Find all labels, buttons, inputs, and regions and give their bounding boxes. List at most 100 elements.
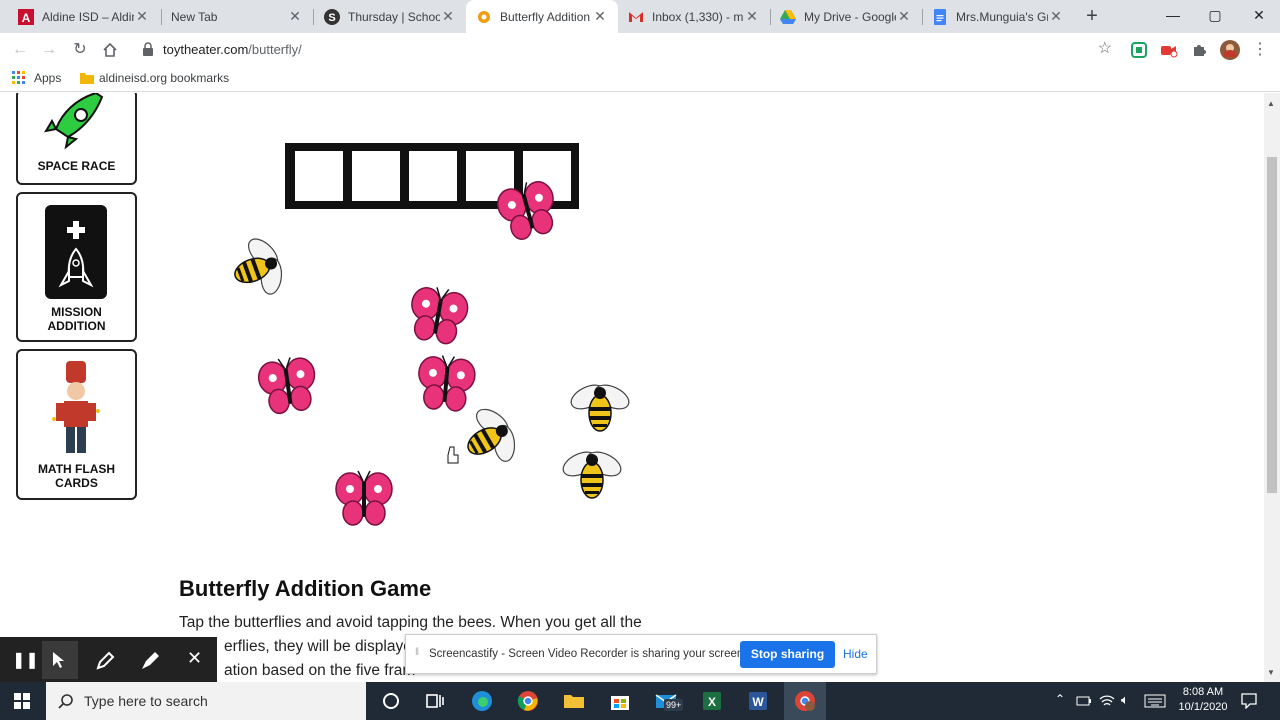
pointer-icon[interactable] (52, 651, 66, 669)
tab-new-tab[interactable]: New Tab ✕ (161, 0, 313, 33)
url-path: /butterfly/ (248, 42, 302, 57)
extensions-puzzle-icon[interactable] (1187, 38, 1211, 62)
new-tab-button[interactable]: + (1081, 4, 1103, 28)
schoology-icon: S (324, 8, 340, 25)
drag-handle-icon[interactable]: ‖ (415, 647, 419, 658)
tab-title: New Tab (171, 9, 218, 24)
notifications-icon[interactable] (1241, 693, 1257, 709)
tab-title: My Drive - Google (804, 9, 896, 24)
menu-kebab-icon[interactable]: ⋮ (1248, 38, 1272, 62)
back-icon[interactable]: ← (8, 38, 32, 62)
card-mission-addition[interactable]: MISSION ADDITION (16, 192, 137, 342)
address-bar[interactable]: toytheater.com/butterfly/ ☆ (130, 37, 1122, 62)
home-icon[interactable] (98, 38, 122, 62)
close-tab-icon[interactable]: ✕ (1048, 8, 1064, 25)
store-icon[interactable] (608, 689, 632, 713)
butterfly[interactable] (335, 470, 393, 526)
bee[interactable] (451, 395, 530, 479)
file-explorer-icon[interactable] (562, 689, 586, 713)
tab-aldine[interactable]: A Aldine ISD – Aldine ✕ (8, 0, 160, 33)
tab-title: Butterfly Addition (500, 9, 591, 24)
sharing-message: Screencastify - Screen Video Recorder is… (429, 648, 747, 660)
scrollbar-thumb[interactable] (1267, 157, 1277, 493)
tab-schoology[interactable]: S Thursday | Schoology ✕ (314, 0, 466, 33)
tab-butterfly-addition[interactable]: Butterfly Addition ✕ (466, 0, 618, 33)
chrome-profile-icon (795, 691, 815, 711)
keyboard-icon[interactable] (1144, 694, 1166, 708)
minimize-button[interactable]: — (1150, 0, 1196, 30)
word-icon[interactable]: W (746, 689, 770, 713)
bookmark-apps[interactable]: Apps (12, 71, 61, 85)
clock[interactable]: 8:08 AM 10/1/2020 (1172, 685, 1234, 715)
excel-icon[interactable]: X (700, 689, 724, 713)
maximize-button[interactable]: ▢ (1192, 0, 1238, 30)
bookmark-star-icon[interactable]: ☆ (1098, 38, 1112, 58)
volume-icon[interactable]: 🔈︎ (1121, 692, 1129, 708)
card-label: MATH FLASH CARDS (37, 462, 116, 490)
close-tab-icon[interactable]: ✕ (134, 8, 150, 25)
card-math-flash-cards[interactable]: MATH FLASH CARDS (16, 349, 137, 500)
close-tab-icon[interactable]: ✕ (896, 8, 912, 25)
pause-icon[interactable]: ❚❚ (12, 650, 39, 670)
card-label: MISSION ADDITION (47, 305, 106, 333)
game-canvas[interactable] (200, 133, 660, 533)
windows-start-icon[interactable] (14, 693, 30, 709)
lock-icon (143, 42, 153, 56)
cortana-icon[interactable] (379, 689, 403, 713)
tab-google-drive[interactable]: My Drive - Google ✕ (770, 0, 922, 33)
five-frame-cell (295, 151, 343, 201)
svg-text:W: W (752, 695, 764, 709)
url-domain: toytheater.com (163, 42, 249, 57)
bookmarks-bar: Apps aldineisd.org bookmarks (0, 66, 1280, 92)
close-tab-icon[interactable]: ✕ (440, 8, 456, 25)
show-hidden-icons[interactable]: ⌃ (1055, 692, 1065, 706)
close-tab-icon[interactable]: ✕ (287, 8, 303, 25)
tab-gmail[interactable]: Inbox (1,330) - ma ✕ (618, 0, 770, 33)
close-tab-icon[interactable]: ✕ (592, 8, 608, 25)
forward-icon[interactable]: → (37, 38, 61, 62)
clock-time: 8:08 AM (1182, 686, 1224, 698)
bookmark-aldine-folder[interactable]: aldineisd.org bookmarks (80, 71, 229, 85)
close-toolbar-icon[interactable]: ✕ (187, 648, 202, 669)
mail-app[interactable]: 99+ (654, 689, 690, 713)
battery-icon[interactable] (1076, 694, 1092, 708)
plus-rocket-icon (45, 205, 107, 299)
screencastify-extension-icon[interactable] (1157, 38, 1181, 62)
butterfly[interactable] (405, 282, 472, 348)
bee[interactable] (223, 227, 295, 308)
card-space-race[interactable]: SPACE RACE (16, 93, 137, 185)
vertical-scrollbar[interactable]: ▲ ▼ (1264, 93, 1280, 682)
bookmark-label: aldineisd.org bookmarks (99, 71, 230, 85)
scroll-down-icon[interactable]: ▼ (1267, 668, 1275, 677)
butterfly[interactable] (415, 352, 478, 414)
wifi-icon[interactable] (1099, 693, 1115, 709)
profile-avatar[interactable] (1218, 38, 1242, 62)
scroll-up-icon[interactable]: ▲ (1267, 99, 1275, 108)
chrome-icon[interactable] (516, 689, 540, 713)
bee[interactable] (566, 379, 634, 432)
extension-green-icon[interactable] (1127, 38, 1151, 62)
taskbar-search-box[interactable]: Type here to search (46, 682, 366, 720)
reload-icon[interactable]: ↻ (68, 38, 92, 62)
bee[interactable] (558, 446, 626, 499)
pen-icon[interactable] (95, 651, 115, 671)
butterfly[interactable] (255, 353, 321, 417)
hide-button[interactable]: Hide (843, 647, 868, 661)
tab-google-docs[interactable]: Mrs.Munguia's Gr ✕ (922, 0, 1074, 33)
task-view-icon[interactable] (423, 689, 447, 713)
screen-sharing-bar: ‖ Screencastify - Screen Video Recorder … (405, 634, 877, 674)
tab-title: Aldine ISD – Aldine (42, 9, 134, 24)
toytheater-icon (478, 10, 490, 23)
drive-icon (780, 9, 796, 24)
page-content: SPACE RACE MISSION ADDITION MATH FLASH C… (0, 93, 1280, 682)
chrome-profile-active[interactable] (784, 682, 826, 720)
highlighter-icon[interactable] (140, 651, 160, 671)
browser-toolbar: ← → ↻ toytheater.com/butterfly/ ☆ ⋮ (0, 33, 1280, 66)
close-window-button[interactable]: ✕ (1236, 0, 1280, 30)
close-tab-icon[interactable]: ✕ (744, 8, 760, 25)
edge-icon[interactable] (470, 689, 494, 713)
clock-date: 10/1/2020 (1178, 701, 1228, 713)
docs-icon (934, 8, 946, 25)
stop-sharing-button[interactable]: Stop sharing (740, 641, 835, 668)
tab-title: Mrs.Munguia's Gr (956, 9, 1048, 24)
